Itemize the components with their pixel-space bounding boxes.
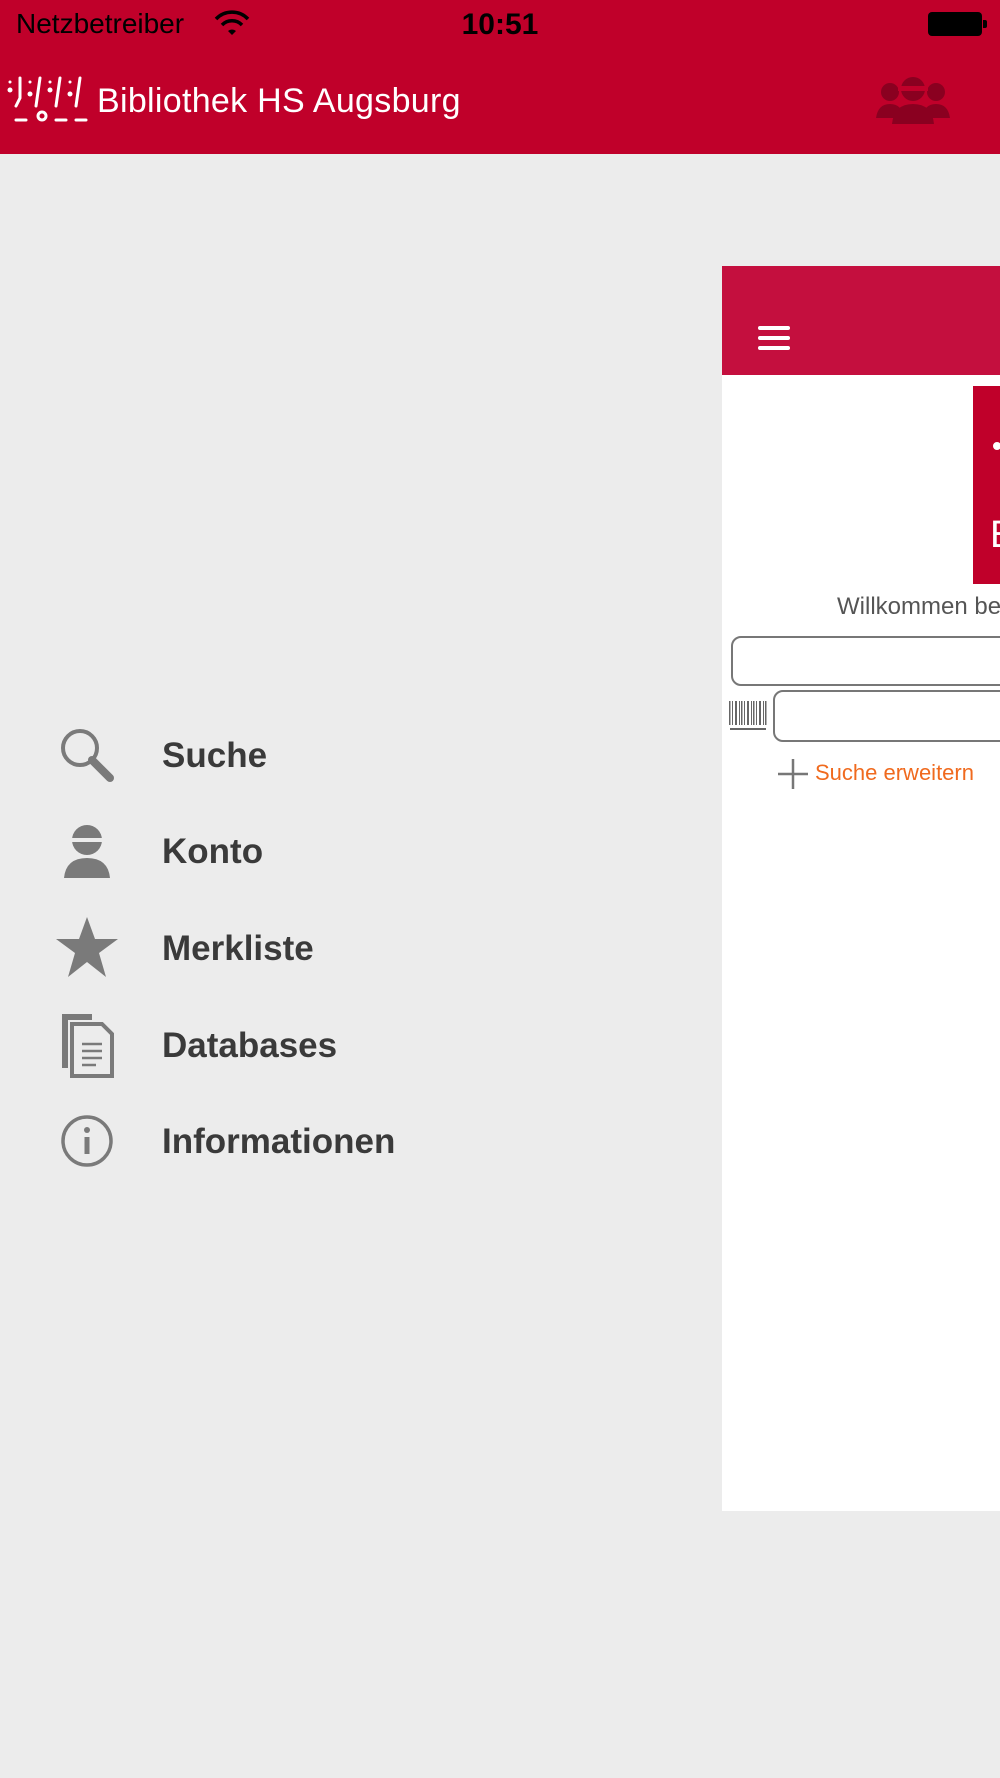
menu-item-konto[interactable]: Konto	[0, 806, 640, 898]
documents-icon	[52, 1010, 122, 1080]
app-title: Bibliothek HS Augsburg	[97, 82, 461, 120]
battery-icon	[928, 12, 987, 36]
banner-dot	[993, 442, 1000, 450]
hs-augsburg-logo-icon	[6, 76, 92, 131]
main-panel: E Willkommen be I Suche erweite	[722, 266, 1000, 1511]
user-icon	[52, 816, 122, 886]
hamburger-icon[interactable]	[758, 324, 792, 357]
banner-text: E	[990, 514, 1000, 557]
star-icon	[52, 913, 122, 983]
barcode-icon[interactable]	[728, 700, 768, 739]
info-icon	[52, 1106, 122, 1176]
welcome-banner: E	[973, 386, 1000, 584]
menu-label-suche: Suche	[162, 736, 268, 775]
users-icon[interactable]	[876, 74, 950, 131]
welcome-text: Willkommen be	[837, 593, 1000, 620]
main-panel-header	[722, 266, 1000, 375]
status-bar: Netzbetreiber 10:51	[0, 0, 1000, 50]
menu-item-suche[interactable]: Suche	[0, 710, 640, 802]
search-input[interactable]: I	[731, 636, 1000, 686]
expand-search-label: Suche erweitern	[815, 760, 974, 785]
menu-label-databases: Databases	[162, 1026, 338, 1065]
menu-label-merkliste: Merkliste	[162, 929, 314, 968]
menu-item-informationen[interactable]: Informationen	[0, 1096, 640, 1188]
search-icon	[52, 720, 122, 790]
plus-icon	[777, 758, 809, 795]
menu-label-konto: Konto	[162, 832, 264, 871]
menu-item-merkliste[interactable]: Merkliste	[0, 903, 640, 995]
menu-label-informationen: Informationen	[162, 1122, 396, 1161]
menu-item-databases[interactable]: Databases	[0, 1000, 640, 1092]
app-header: Bibliothek HS Augsburg	[0, 50, 1000, 154]
barcode-input[interactable]	[773, 690, 1000, 742]
status-time: 10:51	[461, 8, 539, 41]
